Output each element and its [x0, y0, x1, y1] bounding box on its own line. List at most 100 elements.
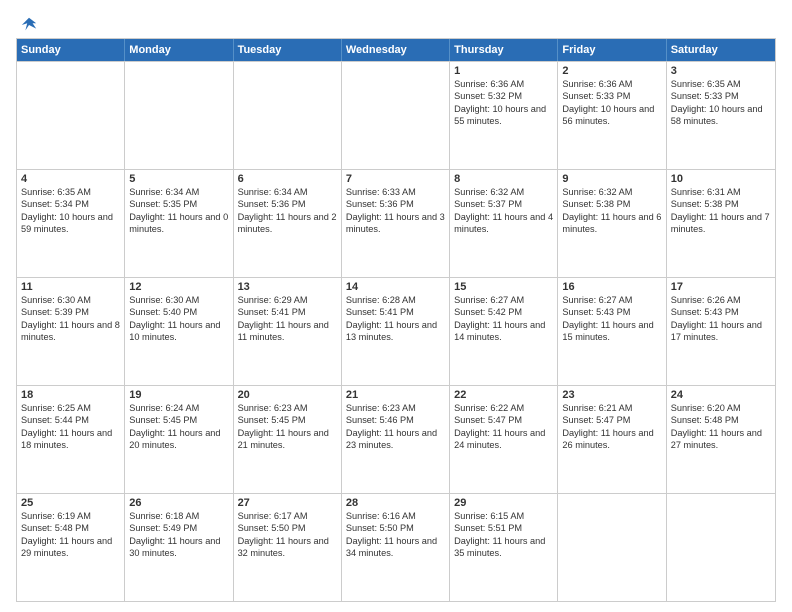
day-cell-21: 21Sunrise: 6:23 AM Sunset: 5:46 PM Dayli… — [342, 386, 450, 493]
logo — [16, 16, 38, 30]
day-number: 10 — [671, 173, 771, 185]
day-number: 28 — [346, 497, 445, 509]
empty-cell — [558, 494, 666, 601]
day-info: Sunrise: 6:27 AM Sunset: 5:43 PM Dayligh… — [562, 294, 661, 344]
day-cell-26: 26Sunrise: 6:18 AM Sunset: 5:49 PM Dayli… — [125, 494, 233, 601]
day-cell-15: 15Sunrise: 6:27 AM Sunset: 5:42 PM Dayli… — [450, 278, 558, 385]
day-info: Sunrise: 6:36 AM Sunset: 5:33 PM Dayligh… — [562, 78, 661, 128]
day-info: Sunrise: 6:22 AM Sunset: 5:47 PM Dayligh… — [454, 402, 553, 452]
day-info: Sunrise: 6:31 AM Sunset: 5:38 PM Dayligh… — [671, 186, 771, 236]
day-number: 22 — [454, 389, 553, 401]
day-info: Sunrise: 6:34 AM Sunset: 5:36 PM Dayligh… — [238, 186, 337, 236]
day-info: Sunrise: 6:26 AM Sunset: 5:43 PM Dayligh… — [671, 294, 771, 344]
day-cell-18: 18Sunrise: 6:25 AM Sunset: 5:44 PM Dayli… — [17, 386, 125, 493]
day-info: Sunrise: 6:35 AM Sunset: 5:33 PM Dayligh… — [671, 78, 771, 128]
day-info: Sunrise: 6:29 AM Sunset: 5:41 PM Dayligh… — [238, 294, 337, 344]
day-info: Sunrise: 6:27 AM Sunset: 5:42 PM Dayligh… — [454, 294, 553, 344]
day-cell-20: 20Sunrise: 6:23 AM Sunset: 5:45 PM Dayli… — [234, 386, 342, 493]
day-cell-29: 29Sunrise: 6:15 AM Sunset: 5:51 PM Dayli… — [450, 494, 558, 601]
day-number: 5 — [129, 173, 228, 185]
day-cell-23: 23Sunrise: 6:21 AM Sunset: 5:47 PM Dayli… — [558, 386, 666, 493]
weekday-header-wednesday: Wednesday — [342, 39, 450, 61]
calendar-row-4: 18Sunrise: 6:25 AM Sunset: 5:44 PM Dayli… — [17, 385, 775, 493]
day-info: Sunrise: 6:32 AM Sunset: 5:38 PM Dayligh… — [562, 186, 661, 236]
day-cell-3: 3Sunrise: 6:35 AM Sunset: 5:33 PM Daylig… — [667, 62, 775, 169]
day-info: Sunrise: 6:18 AM Sunset: 5:49 PM Dayligh… — [129, 510, 228, 560]
day-number: 1 — [454, 65, 553, 77]
day-number: 27 — [238, 497, 337, 509]
day-number: 26 — [129, 497, 228, 509]
day-cell-24: 24Sunrise: 6:20 AM Sunset: 5:48 PM Dayli… — [667, 386, 775, 493]
weekday-header-thursday: Thursday — [450, 39, 558, 61]
day-info: Sunrise: 6:15 AM Sunset: 5:51 PM Dayligh… — [454, 510, 553, 560]
day-cell-7: 7Sunrise: 6:33 AM Sunset: 5:36 PM Daylig… — [342, 170, 450, 277]
day-cell-25: 25Sunrise: 6:19 AM Sunset: 5:48 PM Dayli… — [17, 494, 125, 601]
day-number: 21 — [346, 389, 445, 401]
day-number: 15 — [454, 281, 553, 293]
day-cell-1: 1Sunrise: 6:36 AM Sunset: 5:32 PM Daylig… — [450, 62, 558, 169]
day-cell-4: 4Sunrise: 6:35 AM Sunset: 5:34 PM Daylig… — [17, 170, 125, 277]
day-info: Sunrise: 6:17 AM Sunset: 5:50 PM Dayligh… — [238, 510, 337, 560]
day-cell-22: 22Sunrise: 6:22 AM Sunset: 5:47 PM Dayli… — [450, 386, 558, 493]
day-number: 13 — [238, 281, 337, 293]
day-info: Sunrise: 6:28 AM Sunset: 5:41 PM Dayligh… — [346, 294, 445, 344]
page: SundayMondayTuesdayWednesdayThursdayFrid… — [0, 0, 792, 612]
calendar-row-3: 11Sunrise: 6:30 AM Sunset: 5:39 PM Dayli… — [17, 277, 775, 385]
day-info: Sunrise: 6:35 AM Sunset: 5:34 PM Dayligh… — [21, 186, 120, 236]
empty-cell — [234, 62, 342, 169]
day-info: Sunrise: 6:16 AM Sunset: 5:50 PM Dayligh… — [346, 510, 445, 560]
day-cell-27: 27Sunrise: 6:17 AM Sunset: 5:50 PM Dayli… — [234, 494, 342, 601]
header — [16, 16, 776, 30]
calendar-header: SundayMondayTuesdayWednesdayThursdayFrid… — [17, 39, 775, 61]
calendar-row-5: 25Sunrise: 6:19 AM Sunset: 5:48 PM Dayli… — [17, 493, 775, 601]
day-number: 7 — [346, 173, 445, 185]
empty-cell — [125, 62, 233, 169]
day-number: 4 — [21, 173, 120, 185]
day-cell-28: 28Sunrise: 6:16 AM Sunset: 5:50 PM Dayli… — [342, 494, 450, 601]
day-number: 8 — [454, 173, 553, 185]
day-info: Sunrise: 6:25 AM Sunset: 5:44 PM Dayligh… — [21, 402, 120, 452]
day-info: Sunrise: 6:36 AM Sunset: 5:32 PM Dayligh… — [454, 78, 553, 128]
day-number: 17 — [671, 281, 771, 293]
day-number: 11 — [21, 281, 120, 293]
weekday-header-tuesday: Tuesday — [234, 39, 342, 61]
day-number: 2 — [562, 65, 661, 77]
day-cell-2: 2Sunrise: 6:36 AM Sunset: 5:33 PM Daylig… — [558, 62, 666, 169]
day-info: Sunrise: 6:23 AM Sunset: 5:46 PM Dayligh… — [346, 402, 445, 452]
day-number: 25 — [21, 497, 120, 509]
day-cell-19: 19Sunrise: 6:24 AM Sunset: 5:45 PM Dayli… — [125, 386, 233, 493]
calendar-body: 1Sunrise: 6:36 AM Sunset: 5:32 PM Daylig… — [17, 61, 775, 601]
day-number: 29 — [454, 497, 553, 509]
day-number: 9 — [562, 173, 661, 185]
day-info: Sunrise: 6:21 AM Sunset: 5:47 PM Dayligh… — [562, 402, 661, 452]
day-cell-17: 17Sunrise: 6:26 AM Sunset: 5:43 PM Dayli… — [667, 278, 775, 385]
weekday-header-saturday: Saturday — [667, 39, 775, 61]
day-number: 20 — [238, 389, 337, 401]
empty-cell — [667, 494, 775, 601]
day-cell-12: 12Sunrise: 6:30 AM Sunset: 5:40 PM Dayli… — [125, 278, 233, 385]
day-number: 16 — [562, 281, 661, 293]
empty-cell — [342, 62, 450, 169]
day-info: Sunrise: 6:23 AM Sunset: 5:45 PM Dayligh… — [238, 402, 337, 452]
day-cell-13: 13Sunrise: 6:29 AM Sunset: 5:41 PM Dayli… — [234, 278, 342, 385]
day-number: 12 — [129, 281, 228, 293]
day-number: 24 — [671, 389, 771, 401]
day-info: Sunrise: 6:20 AM Sunset: 5:48 PM Dayligh… — [671, 402, 771, 452]
day-cell-8: 8Sunrise: 6:32 AM Sunset: 5:37 PM Daylig… — [450, 170, 558, 277]
day-cell-9: 9Sunrise: 6:32 AM Sunset: 5:38 PM Daylig… — [558, 170, 666, 277]
logo-bird-icon — [20, 16, 38, 34]
day-number: 14 — [346, 281, 445, 293]
day-info: Sunrise: 6:33 AM Sunset: 5:36 PM Dayligh… — [346, 186, 445, 236]
day-cell-10: 10Sunrise: 6:31 AM Sunset: 5:38 PM Dayli… — [667, 170, 775, 277]
calendar: SundayMondayTuesdayWednesdayThursdayFrid… — [16, 38, 776, 602]
weekday-header-sunday: Sunday — [17, 39, 125, 61]
calendar-row-2: 4Sunrise: 6:35 AM Sunset: 5:34 PM Daylig… — [17, 169, 775, 277]
day-cell-14: 14Sunrise: 6:28 AM Sunset: 5:41 PM Dayli… — [342, 278, 450, 385]
day-number: 19 — [129, 389, 228, 401]
weekday-header-friday: Friday — [558, 39, 666, 61]
day-info: Sunrise: 6:19 AM Sunset: 5:48 PM Dayligh… — [21, 510, 120, 560]
empty-cell — [17, 62, 125, 169]
day-number: 18 — [21, 389, 120, 401]
day-cell-6: 6Sunrise: 6:34 AM Sunset: 5:36 PM Daylig… — [234, 170, 342, 277]
day-info: Sunrise: 6:30 AM Sunset: 5:39 PM Dayligh… — [21, 294, 120, 344]
